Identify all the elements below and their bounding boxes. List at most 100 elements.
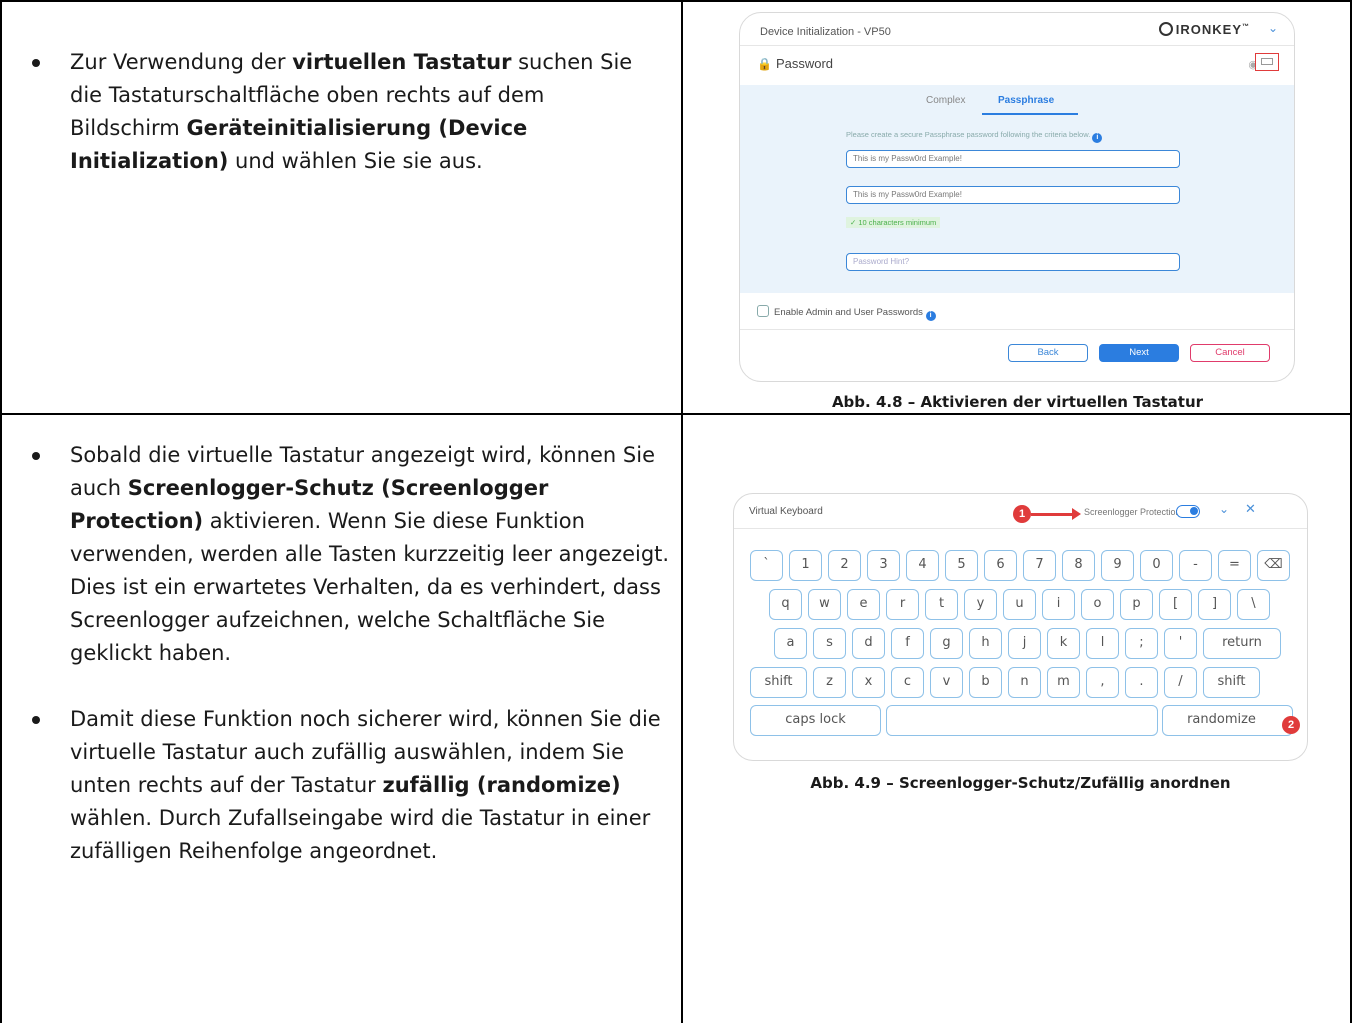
tab-passphrase[interactable]: Passphrase	[998, 95, 1054, 106]
keyboard-key[interactable]: q	[769, 589, 802, 620]
virtual-keyboard-screenshot: Virtual Keyboard 1 Screenlogger Protecti…	[733, 493, 1308, 761]
keyboard-key[interactable]: 4	[906, 550, 939, 581]
keyboard-key[interactable]: ⌫	[1257, 550, 1290, 581]
keyboard-key[interactable]: '	[1164, 628, 1197, 659]
keyboard-key[interactable]: -	[1179, 550, 1212, 581]
toggle-knob	[1190, 507, 1198, 515]
keyboard-key[interactable]: v	[930, 667, 963, 698]
lock-icon: 🔒	[757, 57, 772, 71]
active-tab-indicator	[982, 113, 1078, 115]
keyboard-key[interactable]: 7	[1023, 550, 1056, 581]
table-border-top	[0, 0, 1352, 2]
chevron-down-icon[interactable]: ⌄	[1219, 502, 1229, 516]
divider	[740, 45, 1294, 46]
keyboard-key[interactable]: r	[886, 589, 919, 620]
keyboard-key[interactable]: ,	[1086, 667, 1119, 698]
key-space[interactable]	[886, 705, 1158, 736]
keyboard-key[interactable]: h	[969, 628, 1002, 659]
divider	[740, 329, 1294, 330]
keyboard-key[interactable]: =	[1218, 550, 1251, 581]
keyboard-key[interactable]: shift	[1203, 667, 1260, 698]
virtual-keyboard-button[interactable]	[1255, 53, 1279, 71]
keyboard-key[interactable]: `	[750, 550, 783, 581]
keyboard-key[interactable]: /	[1164, 667, 1197, 698]
keyboard-key[interactable]: 6	[984, 550, 1017, 581]
keyboard-key[interactable]: p	[1120, 589, 1153, 620]
bullet-item: Damit diese Funktion noch sicherer wird,…	[32, 703, 670, 868]
window-title: Device Initialization - VP50	[760, 26, 891, 38]
keyboard-key[interactable]: n	[1008, 667, 1041, 698]
keyboard-key[interactable]: 5	[945, 550, 978, 581]
next-button[interactable]: Next	[1099, 344, 1179, 362]
keyboard-key[interactable]: b	[969, 667, 1002, 698]
screenlogger-protection-toggle[interactable]	[1176, 505, 1200, 518]
keyboard-key[interactable]: 8	[1062, 550, 1095, 581]
confirm-password-field[interactable]: This is my Passw0rd Example!	[846, 186, 1180, 204]
section-title: 🔒 Password	[757, 56, 834, 71]
keyboard-key[interactable]: k	[1047, 628, 1080, 659]
screenlogger-protection-label: Screenlogger Protection	[1084, 507, 1181, 517]
cancel-button[interactable]: Cancel	[1190, 344, 1270, 362]
device-initialization-screenshot: Device Initialization - VP50 IRONKEY™ ⌄ …	[739, 12, 1295, 382]
keyboard-key[interactable]: s	[813, 628, 846, 659]
bullet-icon	[32, 452, 40, 460]
keyboard-key[interactable]: j	[1008, 628, 1041, 659]
keyboard-key[interactable]: ]	[1198, 589, 1231, 620]
keyboard-key[interactable]: g	[930, 628, 963, 659]
keyboard-key[interactable]: z	[813, 667, 846, 698]
keyboard-key[interactable]: shift	[750, 667, 807, 698]
tab-complex[interactable]: Complex	[926, 95, 965, 106]
keyboard-key[interactable]: u	[1003, 589, 1036, 620]
keyboard-key[interactable]: f	[891, 628, 924, 659]
close-icon[interactable]: ✕	[1245, 501, 1256, 517]
bullet-item: Zur Verwendung der virtuellen Tastatur s…	[32, 46, 660, 178]
keyboard-key[interactable]: 1	[789, 550, 822, 581]
info-icon[interactable]: i	[1092, 133, 1103, 143]
back-button[interactable]: Back	[1008, 344, 1088, 362]
password-hint-field[interactable]: Password Hint?	[846, 253, 1180, 271]
bullet-icon	[32, 59, 40, 67]
key-caps-lock[interactable]: caps lock	[750, 705, 881, 736]
chevron-down-icon[interactable]: ⌄	[1268, 21, 1278, 35]
arrow-icon	[1031, 508, 1081, 520]
keyboard-key[interactable]: l	[1086, 628, 1119, 659]
keyboard-key[interactable]: 9	[1101, 550, 1134, 581]
keyboard-key[interactable]: c	[891, 667, 924, 698]
keyboard-key[interactable]: ;	[1125, 628, 1158, 659]
table-border-left	[0, 0, 2, 1023]
row2-text: Sobald die virtuelle Tastatur angezeigt …	[32, 439, 670, 868]
keyboard-key[interactable]: return	[1203, 628, 1281, 659]
keyboard-key[interactable]: 0	[1140, 550, 1173, 581]
keyboard-key[interactable]: .	[1125, 667, 1158, 698]
keyboard-key[interactable]: m	[1047, 667, 1080, 698]
passphrase-hint: Please create a secure Passphrase passwo…	[846, 130, 1103, 143]
keyboard-key[interactable]: o	[1081, 589, 1114, 620]
keyboard-key[interactable]: \	[1237, 589, 1270, 620]
keyboard-key[interactable]: i	[1042, 589, 1075, 620]
brand-logo: IRONKEY™	[1158, 22, 1250, 37]
keyboard-title: Virtual Keyboard	[749, 506, 823, 517]
keyboard-key[interactable]: t	[925, 589, 958, 620]
info-icon[interactable]: i	[925, 311, 936, 321]
checkbox-icon[interactable]	[757, 305, 769, 317]
bullet-icon	[32, 716, 40, 724]
enable-admin-checkbox[interactable]: Enable Admin and User Passwords i	[757, 305, 936, 321]
bullet-item: Sobald die virtuelle Tastatur angezeigt …	[32, 439, 670, 670]
keyboard-key[interactable]: w	[808, 589, 841, 620]
keyboard-key[interactable]: y	[964, 589, 997, 620]
keyboard-key[interactable]: d	[852, 628, 885, 659]
figure-caption-4-9: Abb. 4.9 – Screenlogger-Schutz/Zufällig …	[810, 774, 1231, 792]
keyboard-key[interactable]: 2	[828, 550, 861, 581]
criteria-status: ✓ 10 characters minimum	[846, 217, 941, 228]
key-randomize[interactable]: randomize	[1162, 705, 1293, 736]
table-row-divider	[0, 413, 1352, 415]
table-border-middle	[681, 0, 683, 1023]
row1-text: Zur Verwendung der virtuellen Tastatur s…	[32, 46, 660, 178]
keyboard-key[interactable]: a	[774, 628, 807, 659]
callout-marker-1: 1	[1013, 505, 1031, 523]
keyboard-key[interactable]: e	[847, 589, 880, 620]
keyboard-key[interactable]: 3	[867, 550, 900, 581]
keyboard-key[interactable]: x	[852, 667, 885, 698]
password-field[interactable]: This is my Passw0rd Example!	[846, 150, 1180, 168]
keyboard-key[interactable]: [	[1159, 589, 1192, 620]
